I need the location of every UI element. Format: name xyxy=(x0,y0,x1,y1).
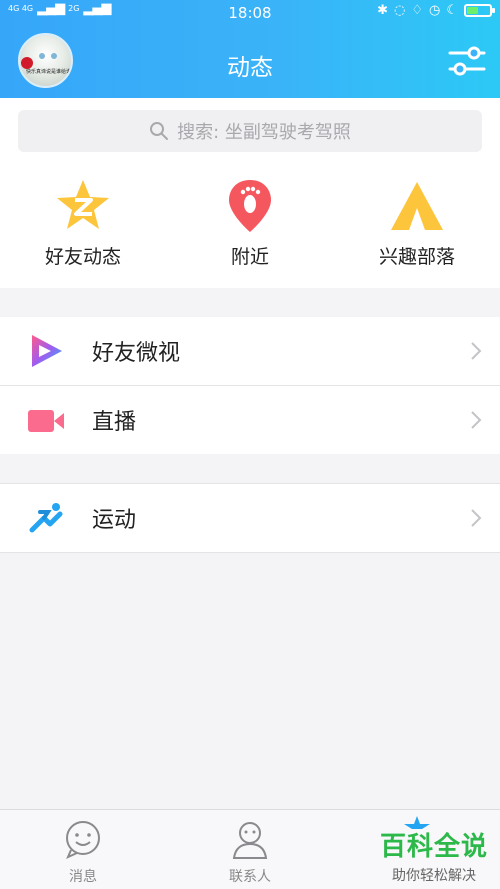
watermark: 百科全说 助你轻松解决 xyxy=(380,826,488,885)
list-item-sport[interactable]: 运动 xyxy=(0,484,500,552)
sliders-icon xyxy=(448,46,486,76)
list-item-label: 运动 xyxy=(92,508,137,533)
status-bar: 4G 4G ▂▄▆ 2G ▂▄▆ 18:08 ✱ ◌ ♢ ◷ ☾ xyxy=(0,0,500,26)
list-item-weishi[interactable]: 好友微视 xyxy=(0,317,500,385)
search-placeholder: 搜索: 坐副驾驶考驾照 xyxy=(177,122,351,143)
header-bar: 4G 4G ▂▄▆ 2G ▂▄▆ 18:08 ✱ ◌ ♢ ◷ ☾ 快乐真谛说是谁… xyxy=(0,0,500,98)
page-title: 动态 xyxy=(227,55,273,81)
contacts-person-icon xyxy=(232,822,268,859)
footprint-pin-icon xyxy=(229,180,271,232)
list-item-label: 直播 xyxy=(92,410,137,435)
quick-action-nearby[interactable]: 附近 xyxy=(167,176,333,276)
filter-settings-button[interactable] xyxy=(448,44,486,78)
chevron-right-icon xyxy=(471,342,482,360)
tab-label: 联系人 xyxy=(229,869,271,885)
list-item-live[interactable]: 直播 xyxy=(0,386,500,454)
search-icon xyxy=(150,122,169,140)
watermark-subtitle: 助你轻松解决 xyxy=(391,868,476,884)
watermark-title: 百科全说 xyxy=(379,832,488,862)
chat-bubble-icon xyxy=(66,821,100,859)
running-icon xyxy=(29,503,63,533)
quick-action-label: 附近 xyxy=(230,246,269,268)
chevron-right-icon xyxy=(471,411,482,429)
alarm-icon: ◷ xyxy=(429,3,441,18)
moon-icon: ☾ xyxy=(446,3,458,18)
battery-icon xyxy=(464,4,495,17)
bluetooth-icon: ✱ xyxy=(377,3,388,18)
bell-icon: ♢ xyxy=(411,3,423,18)
tent-icon xyxy=(391,182,443,230)
status-icons: ✱ ◌ ♢ ◷ ☾ xyxy=(377,3,495,18)
feature-list-1: 好友微视 直播 xyxy=(0,317,500,454)
quick-action-label: 好友动态 xyxy=(44,246,121,268)
video-camera-icon xyxy=(28,410,64,432)
qzone-star-icon xyxy=(57,180,109,229)
chevron-right-icon xyxy=(471,509,482,527)
weishi-play-icon xyxy=(32,335,62,367)
battery-level xyxy=(467,7,478,14)
headset-icon: ◌ xyxy=(394,3,406,18)
quick-action-label: 兴趣部落 xyxy=(378,246,455,268)
feature-list-2: 运动 xyxy=(0,483,500,553)
tab-contacts[interactable]: 联系人 xyxy=(167,810,333,889)
tab-messages[interactable]: 消息 xyxy=(0,810,166,889)
list-item-label: 好友微视 xyxy=(92,341,181,366)
search-input[interactable]: 搜索: 坐副驾驶考驾照 xyxy=(18,110,482,152)
quick-action-interest-tribe[interactable]: 兴趣部落 xyxy=(334,176,500,276)
tab-label: 消息 xyxy=(69,869,97,885)
quick-action-friends-feed[interactable]: 好友动态 xyxy=(0,176,166,276)
